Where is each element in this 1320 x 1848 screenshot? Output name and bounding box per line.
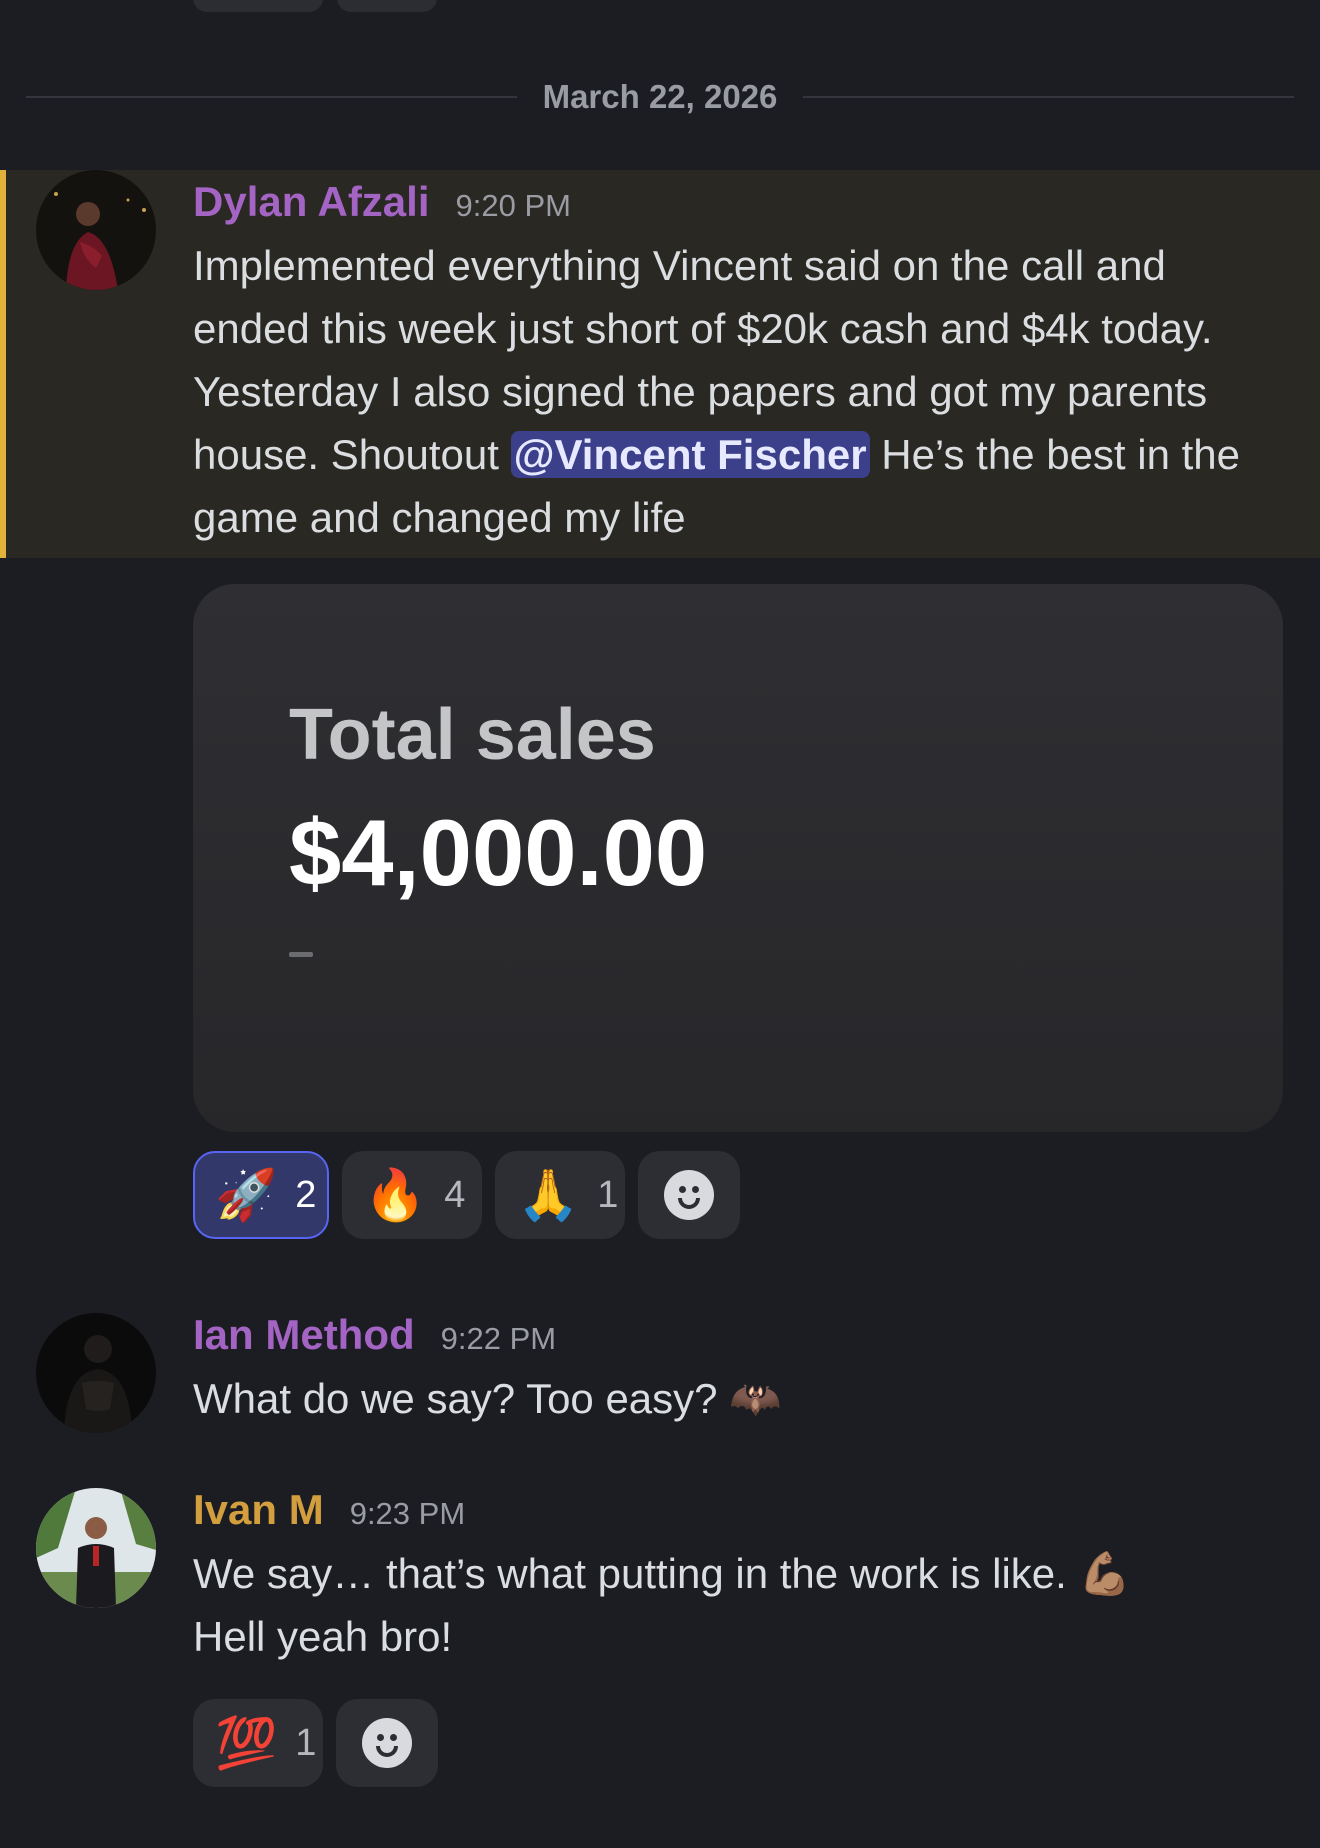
- reaction-rocket[interactable]: 🚀 2: [193, 1151, 329, 1239]
- embed-subtext: [289, 952, 313, 957]
- message-ivan: Ivan M 9:23 PM We say… that’s what putti…: [0, 1486, 1320, 1668]
- divider-date: March 22, 2026: [542, 78, 778, 115]
- reactions-bar: 💯 1: [193, 1699, 438, 1787]
- muscle-emoji: 💪🏽: [1078, 1550, 1131, 1597]
- message-text: Hell yeah bro!: [193, 1613, 453, 1660]
- message-content: Implemented everything Vincent said on t…: [193, 234, 1273, 549]
- previous-message-reactions: [193, 0, 437, 12]
- image-attachment[interactable]: Total sales $4,000.00: [193, 584, 1283, 1132]
- reaction-count: 4: [444, 1173, 466, 1216]
- avatar[interactable]: [36, 170, 156, 290]
- message-content: What do we say? Too easy? 🦇: [193, 1367, 1273, 1430]
- reaction-pray[interactable]: 🙏 1: [495, 1151, 625, 1239]
- add-reaction-icon: [362, 1718, 412, 1768]
- avatar[interactable]: [36, 1313, 156, 1433]
- message-ian: Ian Method 9:22 PM What do we say? Too e…: [0, 1311, 1320, 1433]
- date-divider: March 22, 2026: [26, 72, 1295, 122]
- add-reaction-button[interactable]: [336, 1699, 438, 1787]
- bat-emoji: 🦇: [729, 1375, 782, 1422]
- message-text: What do we say? Too easy?: [193, 1375, 718, 1422]
- reaction-hundred[interactable]: 💯 1: [193, 1699, 323, 1787]
- user-mention[interactable]: @Vincent Fischer: [510, 431, 870, 478]
- message-content: We say… that’s what putting in the work …: [193, 1542, 1273, 1668]
- fire-emoji: 🔥: [364, 1167, 427, 1223]
- timestamp: 9:22 PM: [440, 1321, 557, 1356]
- reaction-count: 1: [295, 1721, 317, 1764]
- author-name[interactable]: Dylan Afzali: [193, 178, 430, 226]
- embed-label: Total sales: [289, 695, 656, 775]
- hundred-emoji: 💯: [215, 1715, 278, 1771]
- embed-amount: $4,000.00: [289, 800, 708, 905]
- message-text: We say… that’s what putting in the work …: [193, 1550, 1067, 1597]
- message-dylan: Dylan Afzali 9:20 PM Implemented everyth…: [0, 170, 1320, 558]
- timestamp: 9:23 PM: [349, 1496, 466, 1531]
- add-reaction-icon: [664, 1170, 714, 1220]
- author-name[interactable]: Ian Method: [193, 1311, 415, 1359]
- divider-line: [803, 96, 1295, 98]
- reaction-fire[interactable]: 🔥 4: [342, 1151, 482, 1239]
- timestamp: 9:20 PM: [455, 188, 571, 223]
- reaction-count: 1: [597, 1173, 619, 1216]
- pray-emoji: 🙏: [517, 1167, 580, 1223]
- reactions-bar: 🚀 2 🔥 4 🙏 1: [193, 1151, 740, 1239]
- author-name[interactable]: Ivan M: [193, 1486, 324, 1534]
- reaction-count: 2: [295, 1173, 317, 1216]
- divider-line: [26, 96, 517, 98]
- avatar[interactable]: [36, 1488, 156, 1608]
- rocket-emoji: 🚀: [215, 1167, 278, 1223]
- add-reaction-button[interactable]: [638, 1151, 740, 1239]
